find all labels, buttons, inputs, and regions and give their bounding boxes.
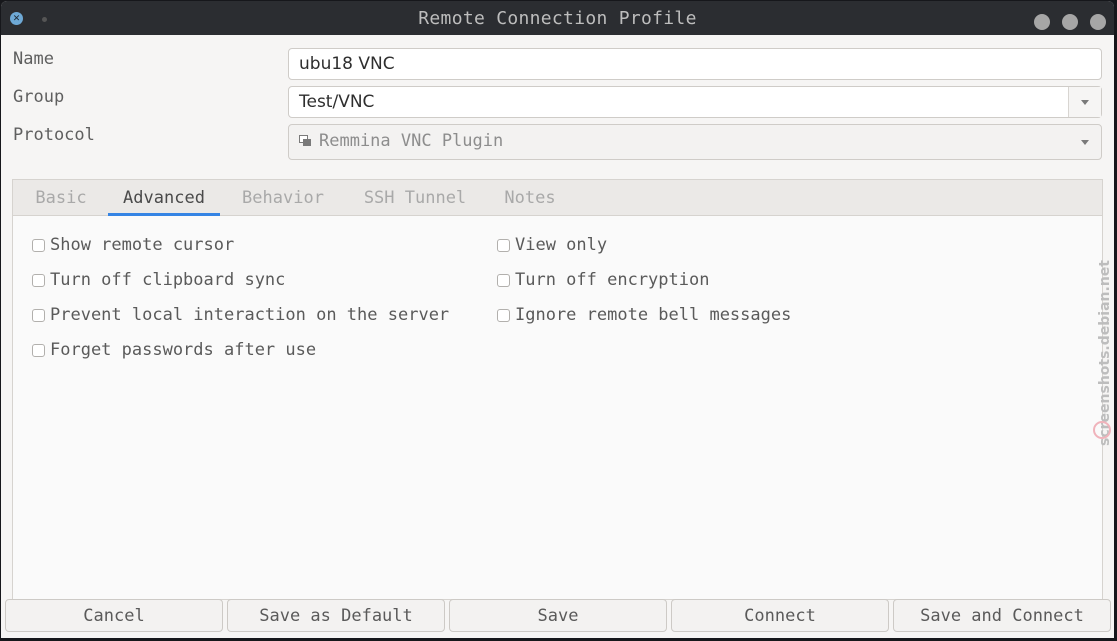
checkbox-label: View only (515, 235, 608, 255)
show-remote-cursor-checkbox[interactable]: Show remote cursor (32, 235, 234, 255)
prevent-local-interaction-checkbox[interactable]: Prevent local interaction on the server (32, 305, 449, 325)
remmina-app-icon: ✕ (10, 12, 23, 25)
checkbox-box[interactable] (497, 238, 510, 252)
tab-advanced[interactable]: Advanced (108, 180, 220, 216)
window-menu-icon[interactable] (42, 17, 47, 22)
name-input-value: ubu18 VNC (299, 54, 395, 74)
protocol-label: Protocol (13, 125, 95, 145)
minimize-button[interactable] (1034, 14, 1050, 30)
forget-passwords-checkbox[interactable]: Forget passwords after use (32, 340, 316, 360)
turn-off-encryption-checkbox[interactable]: Turn off encryption (497, 270, 709, 290)
name-input[interactable]: ubu18 VNC (288, 48, 1102, 80)
ignore-remote-bell-checkbox[interactable]: Ignore remote bell messages (497, 305, 791, 325)
watermark-text: screenshots.debian.net (1097, 260, 1113, 446)
checkbox-label: Forget passwords after use (50, 340, 317, 360)
window-title: Remote Connection Profile (418, 7, 697, 29)
chevron-down-icon (1081, 99, 1089, 105)
save-as-default-button[interactable]: Save as Default (227, 599, 445, 632)
protocol-select-value: Remmina VNC Plugin (319, 131, 504, 151)
checkbox-box[interactable] (32, 308, 45, 322)
checkbox-label: Prevent local interaction on the server (50, 305, 450, 325)
checkbox-label: Turn off clipboard sync (50, 270, 286, 290)
name-label: Name (13, 49, 54, 69)
checkbox-box[interactable] (32, 343, 45, 357)
cancel-button[interactable]: Cancel (5, 599, 223, 632)
group-dropdown-button[interactable] (1068, 87, 1101, 117)
view-only-checkbox[interactable]: View only (497, 235, 607, 255)
group-combo[interactable]: Test/VNC (288, 86, 1102, 118)
group-combo-value: Test/VNC (299, 92, 375, 112)
checkbox-label: Show remote cursor (50, 235, 235, 255)
tab-behavior[interactable]: Behavior (229, 180, 337, 216)
save-and-connect-button[interactable]: Save and Connect (893, 599, 1111, 632)
save-button[interactable]: Save (449, 599, 667, 632)
group-label: Group (13, 87, 65, 107)
close-button[interactable] (1090, 14, 1106, 30)
tab-basic[interactable]: Basic (23, 180, 99, 216)
chevron-down-icon (1081, 140, 1089, 145)
maximize-button[interactable] (1062, 14, 1078, 30)
plugin-icon (299, 135, 311, 146)
checkbox-box[interactable] (32, 273, 45, 287)
connect-button[interactable]: Connect (671, 599, 889, 632)
checkbox-box[interactable] (497, 308, 510, 322)
tab-bar: Basic Advanced Behavior SSH Tunnel Notes (13, 180, 1102, 216)
settings-notebook: Basic Advanced Behavior SSH Tunnel Notes… (12, 179, 1103, 600)
checkbox-box[interactable] (32, 238, 45, 252)
remote-connection-profile-window: ✕ Remote Connection Profile Name ubu18 V… (1, 1, 1114, 638)
checkbox-box[interactable] (497, 273, 510, 287)
protocol-select[interactable]: Remmina VNC Plugin (288, 124, 1102, 160)
tab-notes[interactable]: Notes (491, 180, 569, 216)
tab-ssh-tunnel[interactable]: SSH Tunnel (348, 180, 482, 216)
title-bar: ✕ Remote Connection Profile (1, 1, 1114, 35)
turn-off-clipboard-sync-checkbox[interactable]: Turn off clipboard sync (32, 270, 285, 290)
checkbox-label: Ignore remote bell messages (515, 305, 792, 325)
checkbox-label: Turn off encryption (515, 270, 710, 290)
watermark-logo-icon (1093, 421, 1111, 439)
